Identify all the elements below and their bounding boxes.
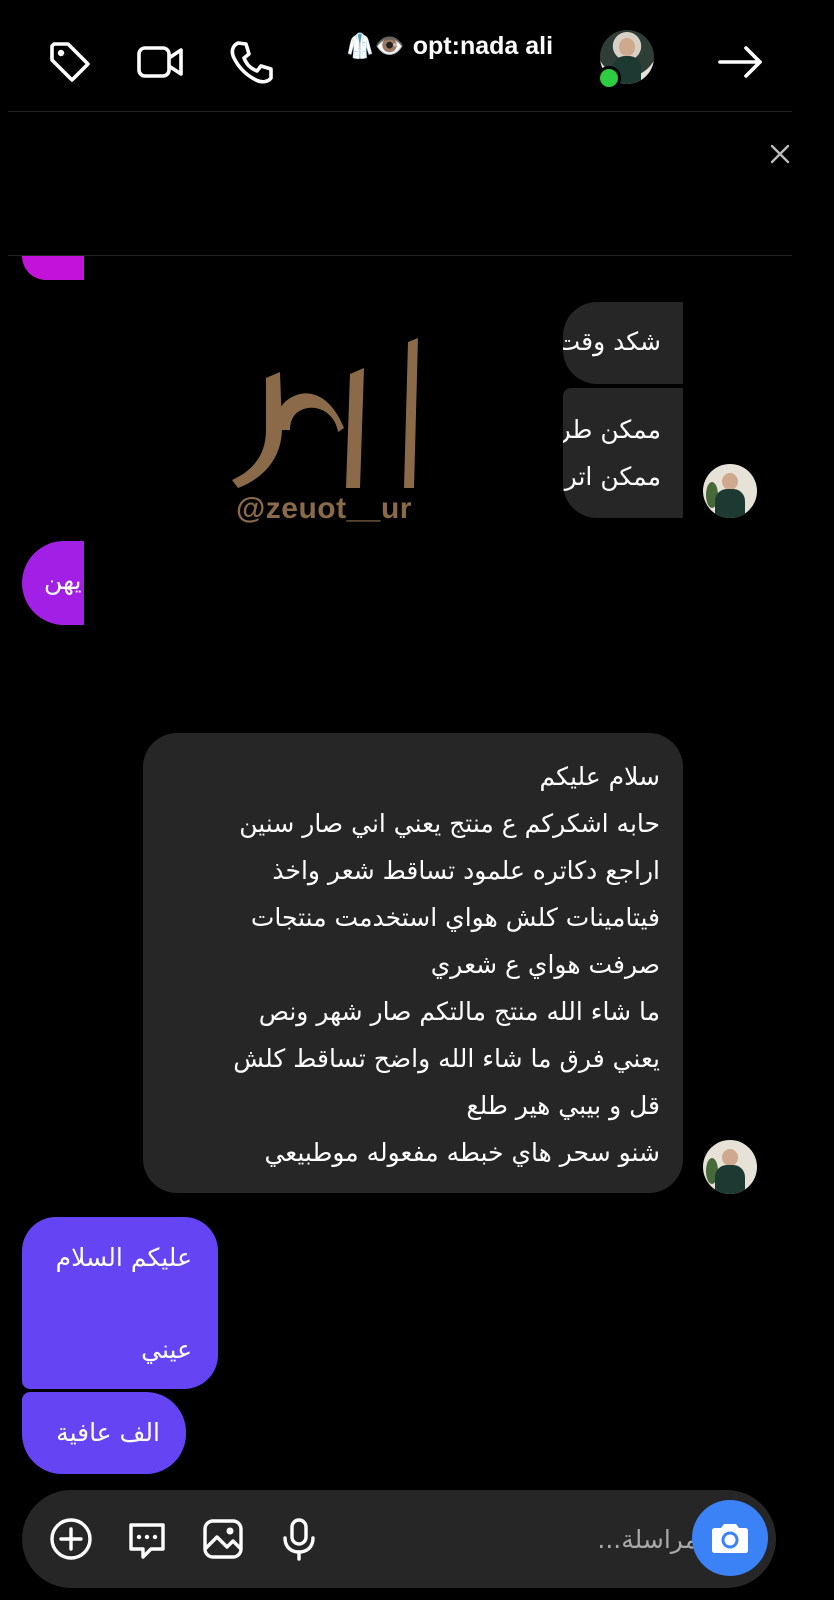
message-line: صرفت هواي ع شعري xyxy=(430,950,660,979)
title-emojis: 🥼👁️ xyxy=(345,32,405,60)
chat-header: 🥼👁️ opt:nada ali xyxy=(0,0,834,112)
online-status-indicator xyxy=(597,66,621,90)
message-bubble-out[interactable]: عليكم السلام عيني xyxy=(22,1217,218,1389)
watermark-logo xyxy=(232,338,418,488)
close-icon[interactable] xyxy=(766,140,794,168)
message-text: ممكن اترك xyxy=(563,462,661,491)
message-text: يهن xyxy=(44,566,82,595)
message-line xyxy=(22,1281,192,1327)
message-line: عيني xyxy=(141,1335,192,1364)
message-line: يعني فرق ما شاء الله واضح تساقط كلش xyxy=(233,1044,660,1073)
message-input[interactable] xyxy=(342,1514,698,1564)
message-bubble-out[interactable]: الف عافية xyxy=(22,1392,186,1474)
message-bubble-out-partial[interactable] xyxy=(0,256,84,280)
message-line: ما شاء الله منتج مالتكم صار شهر ونص xyxy=(258,997,660,1026)
message-group-in-1: شكد وقت ممكن طريقة ممكن اترك xyxy=(563,300,683,520)
add-icon[interactable] xyxy=(44,1512,98,1566)
sender-avatar[interactable] xyxy=(703,464,757,518)
sticker-icon[interactable] xyxy=(120,1512,174,1566)
message-line: سلام عليكم xyxy=(539,762,660,791)
message-bubble-in[interactable]: شكد وقت xyxy=(563,302,683,384)
banner-divider xyxy=(8,255,792,256)
watermark-handle: @zeuot__ur xyxy=(236,492,412,525)
chat-title[interactable]: 🥼👁️ opt:nada ali xyxy=(345,28,553,64)
arrow-right-icon[interactable] xyxy=(712,34,768,90)
camera-icon[interactable] xyxy=(692,1500,768,1576)
tag-icon[interactable] xyxy=(42,34,98,90)
header-divider xyxy=(8,111,792,112)
gallery-icon[interactable] xyxy=(196,1512,250,1566)
sender-avatar[interactable] xyxy=(703,1140,757,1194)
video-call-icon[interactable] xyxy=(132,34,188,90)
message-line: اراجع دكاتره علمود تساقط شعر واخذ xyxy=(272,856,660,885)
message-bubble-in-long[interactable]: سلام عليكم حابه اشكركم ع منتج يعني اني ص… xyxy=(143,733,683,1193)
message-composer xyxy=(22,1490,776,1588)
message-line: حابه اشكركم ع منتج يعني اني صار سنين xyxy=(239,809,660,838)
message-text: شكد وقت xyxy=(563,327,661,356)
message-line: شنو سحر هاي خبطه مفعوله موطبيعي xyxy=(264,1138,660,1167)
chat-screen: 🥼👁️ opt:nada ali شكد وقت ممكن طر ممكن ات… xyxy=(0,0,834,1600)
message-bubble-out-clipped[interactable]: يهن xyxy=(0,541,84,625)
contact-name: opt:nada ali xyxy=(412,31,554,60)
message-line: الف عافية xyxy=(56,1418,160,1447)
microphone-icon[interactable] xyxy=(272,1512,326,1566)
message-text: ممكن طريقة xyxy=(563,415,661,444)
message-line: عليكم السلام xyxy=(55,1243,192,1272)
message-bubble-in[interactable]: ممكن طريقة ممكن اترك xyxy=(563,388,683,518)
phone-icon[interactable] xyxy=(224,34,280,90)
message-line: فيتامينات كلش هواي استخدمت منتجات xyxy=(250,903,660,932)
message-line: قل و بيبي هير طلع xyxy=(466,1091,660,1120)
